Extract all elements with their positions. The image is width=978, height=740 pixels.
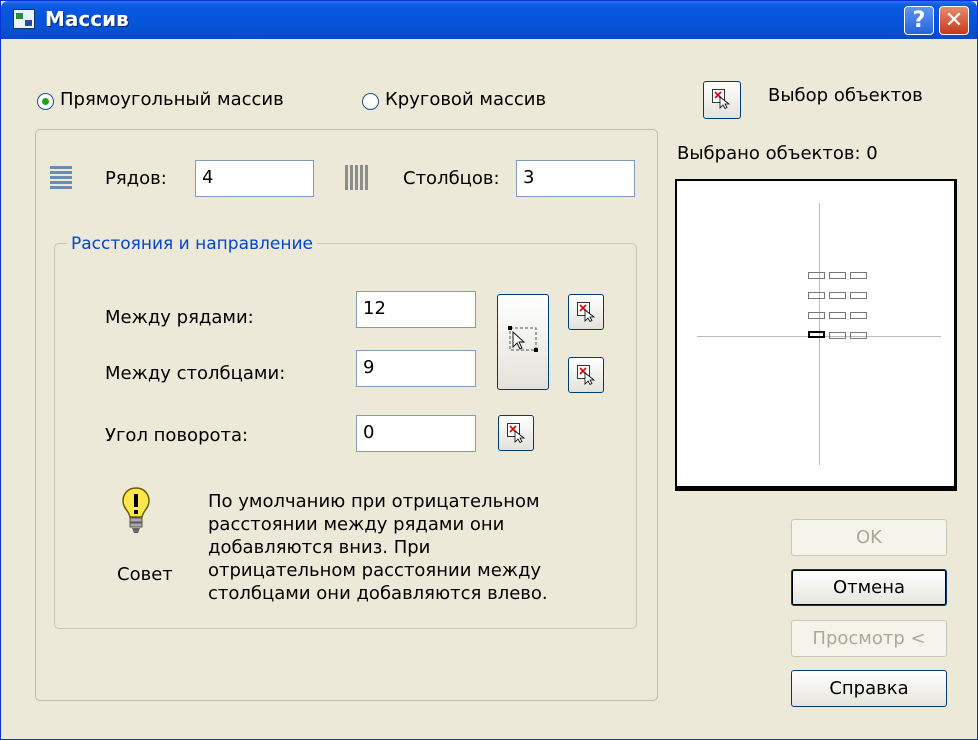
tip-label: Совет <box>117 564 173 585</box>
rectangular-array-label[interactable]: Прямоугольный массив <box>60 89 284 110</box>
select-objects-label: Выбор объектов <box>768 85 923 106</box>
preview-cell <box>829 292 846 299</box>
select-cursor-icon <box>712 89 730 109</box>
preview-cell <box>829 312 846 319</box>
pick-angle-button[interactable] <box>498 415 534 451</box>
offset-direction-legend: Расстояния и направление <box>67 234 317 254</box>
row-offset-label: Между рядами: <box>105 307 254 328</box>
select-objects-button[interactable] <box>703 81 741 119</box>
tip-line: столбцами они добавляются влево. <box>208 583 548 604</box>
pick-column-offset-button[interactable] <box>568 357 604 393</box>
column-offset-label: Между столбцами: <box>105 363 286 384</box>
rectangular-array-radio[interactable] <box>37 93 54 110</box>
help-icon[interactable]: ? <box>904 6 934 35</box>
preview-cell <box>808 272 825 279</box>
array-app-icon <box>13 9 35 29</box>
columns-input[interactable]: 3 <box>516 160 635 197</box>
preview-cell <box>829 272 846 279</box>
selected-count: Выбрано объектов: 0 <box>677 143 878 164</box>
tip-line: добавляются вниз. При <box>208 537 431 558</box>
pick-angle-icon <box>507 423 525 443</box>
tip-bulb-icon <box>122 487 150 533</box>
preview-cell <box>850 292 867 299</box>
tip-text: По умолчанию при отрицательном расстояни… <box>208 490 548 605</box>
rows-icon <box>50 166 72 190</box>
columns-label: Столбцов: <box>403 168 500 189</box>
tip-line: По умолчанию при отрицательном <box>208 491 540 512</box>
close-icon[interactable]: ✕ <box>939 6 969 35</box>
rows-label: Рядов: <box>105 168 167 189</box>
pick-row-offset-icon <box>577 302 595 322</box>
angle-label: Угол поворота: <box>105 425 249 446</box>
preview-cell <box>850 272 867 279</box>
tip-line: расстоянии между рядами они <box>208 514 505 535</box>
pick-both-offsets-button[interactable] <box>497 294 549 390</box>
tip-line: отрицательном расстоянии между <box>208 560 542 581</box>
preview-cell <box>850 332 867 339</box>
rows-input[interactable]: 4 <box>195 160 314 197</box>
angle-input[interactable]: 0 <box>356 415 476 452</box>
preview-base-cell <box>808 331 825 338</box>
preview-cell <box>808 292 825 299</box>
columns-icon <box>345 165 370 190</box>
preview-cell <box>850 312 867 319</box>
preview-cell <box>829 332 846 339</box>
pick-row-offset-button[interactable] <box>568 294 604 330</box>
pick-rectangle-icon <box>508 326 538 352</box>
row-offset-input[interactable]: 12 <box>356 291 476 328</box>
cancel-button[interactable]: Отмена <box>791 569 947 606</box>
title-bar[interactable]: Массив ? ✕ <box>1 1 977 39</box>
column-offset-input[interactable]: 9 <box>356 350 476 387</box>
preview-button[interactable]: Просмотр < <box>791 620 947 657</box>
pick-column-offset-icon <box>577 365 595 385</box>
polar-array-label[interactable]: Круговой массив <box>385 89 546 110</box>
help-button[interactable]: Справка <box>791 670 947 707</box>
polar-array-radio[interactable] <box>362 93 379 110</box>
dialog-title: Массив <box>45 7 129 31</box>
ok-button[interactable]: OK <box>791 519 947 556</box>
preview-cell <box>808 312 825 319</box>
array-preview <box>675 179 957 491</box>
array-dialog: Массив ? ✕ Прямоугольный массив Круговой… <box>0 0 978 740</box>
